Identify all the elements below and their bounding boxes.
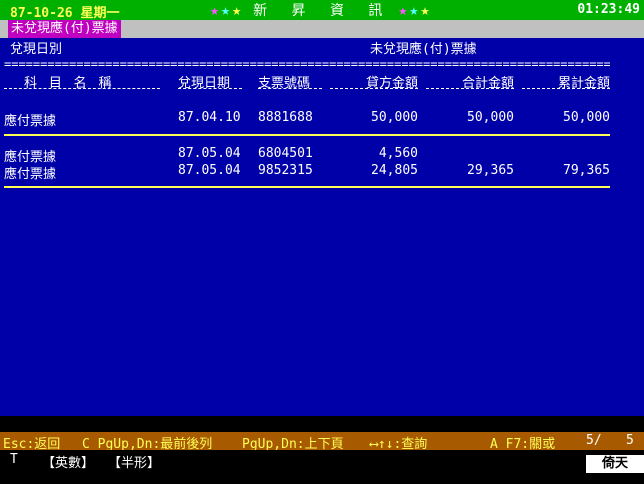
cell-cumulative: 79,365	[563, 163, 610, 178]
brand: ★ ★ ★ 新 昇 資 訊 ★ ★ ★	[210, 1, 429, 19]
cell-credit: 50,000	[371, 110, 418, 125]
cell-account: 應付票據	[4, 114, 57, 129]
group-separator	[4, 134, 610, 136]
report-left-label: 兌現日別	[10, 42, 63, 57]
ime-logo: 倚天	[586, 455, 644, 473]
col-underline	[4, 88, 160, 89]
width-mode[interactable]: 【半形】	[108, 452, 160, 471]
cell-cumulative: 50,000	[563, 110, 610, 125]
col-underline	[426, 88, 514, 89]
col-underline	[522, 88, 610, 89]
function-key-bar: Esc:返回 C_PgUp,Dn:最前後列 PgUp,Dn:上下頁 ⟷↑↓:查詢…	[0, 432, 644, 452]
star-icon: ★	[409, 1, 419, 19]
table-row[interactable]: 應付票據 87.04.10 8881688 50,000 50,000 50,0…	[0, 110, 644, 129]
star-icon: ★	[420, 1, 430, 19]
clock-display: 01:23:49	[577, 2, 640, 17]
title-bar: 87-10-26 星期一 ★ ★ ★ 新 昇 資 訊 ★ ★ ★ 01:23:4…	[0, 0, 644, 21]
star-icon: ★	[232, 1, 242, 19]
col-underline	[330, 88, 418, 89]
cell-credit: 24,805	[371, 163, 418, 178]
page-total: 5	[626, 433, 634, 448]
col-underline	[258, 88, 322, 89]
cell-date: 87.04.10	[178, 110, 241, 125]
cell-account: 應付票據	[4, 167, 57, 182]
star-icon: ★	[210, 1, 220, 19]
window-title: 未兌現應(付)票據	[8, 20, 121, 38]
input-mode-indicator: T	[10, 452, 18, 467]
cell-check: 9852315	[258, 163, 313, 178]
date-display: 87-10-26 星期一	[10, 6, 120, 21]
brand-name: 新 昇 資 訊	[253, 3, 391, 19]
cell-check: 6804501	[258, 146, 313, 161]
cell-credit: 4,560	[378, 146, 418, 161]
ime-status-bar: T 【英數】 【半形】	[0, 450, 644, 484]
star-icon: ★	[221, 1, 231, 19]
table-row[interactable]: 應付票據 87.05.04 6804501 4,560	[0, 146, 644, 165]
cell-total: 29,365	[467, 163, 514, 178]
star-icon: ★	[398, 1, 408, 19]
page-current: 5/	[586, 433, 602, 448]
report-panel: 兌現日別 未兌現應(付)票據 =========================…	[0, 38, 644, 416]
cell-total: 50,000	[467, 110, 514, 125]
group-separator	[4, 186, 610, 188]
language-mode[interactable]: 【英數】	[42, 452, 94, 471]
table-row[interactable]: 應付票據 87.05.04 9852315 24,805 29,365 79,3…	[0, 163, 644, 182]
double-rule: ========================================…	[4, 58, 610, 70]
cell-date: 87.05.04	[178, 146, 241, 161]
spacer	[0, 416, 644, 432]
report-title: 未兌現應(付)票據	[370, 42, 477, 57]
cell-check: 8881688	[258, 110, 313, 125]
cell-date: 87.05.04	[178, 163, 241, 178]
col-underline	[178, 88, 242, 89]
